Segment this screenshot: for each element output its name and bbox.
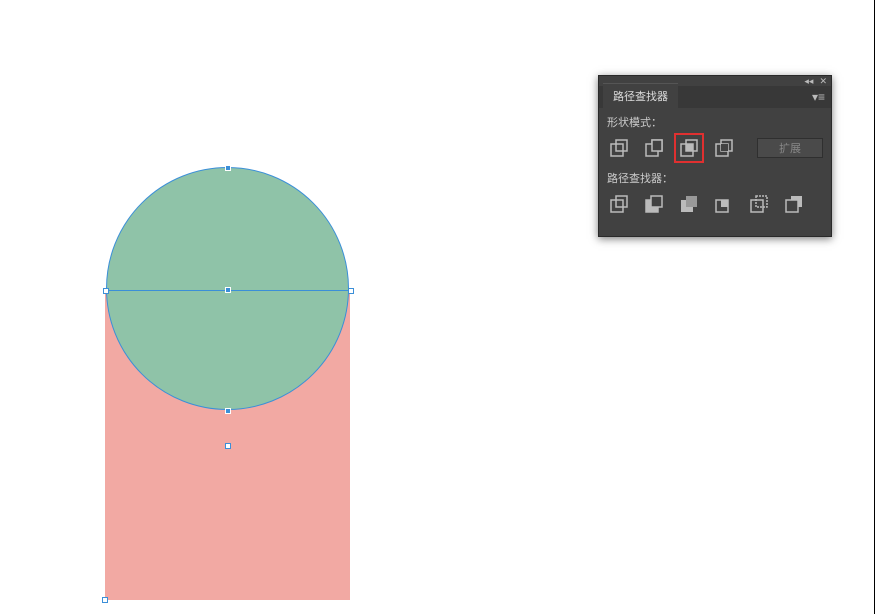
pathfinders-label: 路径查找器： <box>607 170 823 186</box>
anchor-center[interactable] <box>225 287 231 293</box>
crop-button[interactable] <box>712 192 736 216</box>
divide-button[interactable] <box>607 192 631 216</box>
pathfinder-panel: ◂◂ ✕ 路径查找器 ▾≡ 形状模式： 扩展 路径查找器： <box>598 75 832 237</box>
expand-button[interactable]: 扩展 <box>757 138 823 158</box>
tab-pathfinder[interactable]: 路径查找器 <box>603 83 678 108</box>
anchor-left[interactable] <box>103 288 109 294</box>
anchor-top[interactable] <box>225 165 231 171</box>
trim-button[interactable] <box>642 192 666 216</box>
minus-front-button[interactable] <box>642 136 666 160</box>
shape-modes-label: 形状模式： <box>607 114 823 130</box>
merge-button[interactable] <box>677 192 701 216</box>
pathfinders-row <box>607 192 823 216</box>
right-margin <box>875 0 894 614</box>
anchor-bottom[interactable] <box>225 408 231 414</box>
anchor-rect-bl[interactable] <box>102 597 108 603</box>
exclude-button[interactable] <box>712 136 736 160</box>
unite-button[interactable] <box>607 136 631 160</box>
outline-button[interactable] <box>747 192 771 216</box>
collapse-icon[interactable]: ◂◂ <box>804 76 813 87</box>
minus-back-button[interactable] <box>782 192 806 216</box>
shape-modes-row: 扩展 <box>607 136 823 160</box>
panel-menu-icon[interactable]: ▾≡ <box>812 90 825 104</box>
intersect-button[interactable] <box>677 136 701 160</box>
panel-tabs: 路径查找器 ▾≡ <box>599 86 831 108</box>
close-icon[interactable]: ✕ <box>819 76 827 87</box>
panel-body: 形状模式： 扩展 路径查找器： <box>599 108 831 236</box>
anchor-rect-center[interactable] <box>225 443 231 449</box>
anchor-right[interactable] <box>348 288 354 294</box>
